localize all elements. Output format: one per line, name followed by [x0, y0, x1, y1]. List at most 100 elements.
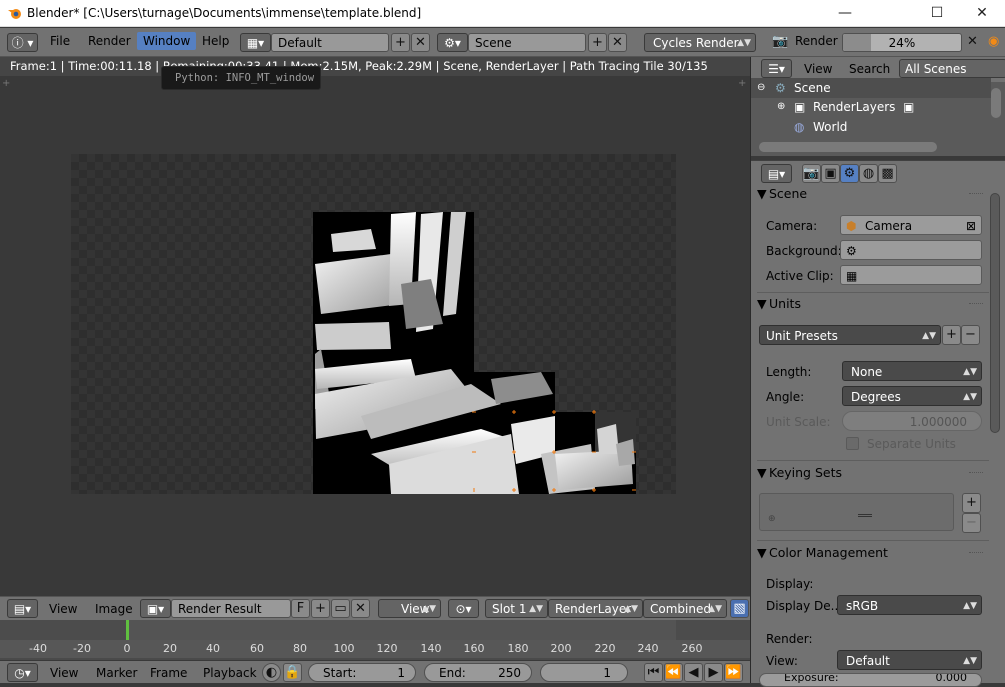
panel-header-units[interactable]: ▼ Units [757, 293, 989, 315]
menu-window[interactable]: Window [137, 32, 197, 50]
end-frame-field[interactable]: End: 250 [424, 663, 532, 682]
length-select[interactable]: None ▲▼ [842, 361, 982, 381]
menu-playback[interactable]: Playback [203, 666, 257, 680]
view-mode-select[interactable]: View ▲▼ [378, 599, 441, 618]
camera-field[interactable]: ⬢ Camera ⊠ [840, 215, 982, 235]
add-scene-button[interactable]: + [588, 33, 607, 52]
add-layout-button[interactable]: + [391, 33, 410, 52]
outliner-hscrollbar[interactable] [759, 142, 937, 152]
remove-scene-button[interactable]: ✕ [608, 33, 627, 52]
jump-keyframe-back-button[interactable]: ⏪ [664, 663, 683, 682]
outliner-tree[interactable]: ⊖ ⚙ Scene ⊕ ▣ RenderLayers ▣ ◍ World [751, 78, 1005, 156]
scene-browse[interactable]: ⚙▾ [437, 33, 468, 52]
active-clip-field[interactable]: ▦ [840, 265, 982, 285]
separate-units-checkbox[interactable] [846, 437, 859, 450]
outliner-row-scene[interactable]: ⊖ ⚙ Scene [751, 78, 991, 98]
render-engine-select[interactable]: Cycles Render ▲▼ [644, 33, 756, 52]
editor-type-selector[interactable]: ☰▾ [761, 59, 792, 78]
editor-type-selector[interactable]: ◷▾ [7, 663, 38, 682]
play-button[interactable]: ▶ [704, 663, 723, 682]
drag-grip-icon[interactable] [969, 193, 983, 194]
view-transform-select[interactable]: Default ▲▼ [837, 650, 982, 670]
menu-view[interactable]: View [49, 602, 77, 616]
area-corner-icon[interactable]: + [738, 78, 746, 89]
start-frame-field[interactable]: Start: 1 [308, 663, 416, 682]
play-reverse-button[interactable]: ◀ [684, 663, 703, 682]
background-field[interactable]: ⚙ [840, 240, 982, 260]
image-browse[interactable]: ▣▾ [140, 599, 171, 618]
timeline-ruler[interactable]: -40 -20 0 20 40 60 80 100 120 140 160 18… [0, 640, 750, 658]
scene-field[interactable]: Scene [468, 33, 586, 52]
outliner-display-mode[interactable]: All Scenes [899, 59, 1005, 78]
menu-view[interactable]: View [804, 62, 832, 76]
collapse-icon[interactable]: ⊖ [757, 78, 765, 98]
menu-marker[interactable]: Marker [96, 666, 137, 680]
resize-grip-icon[interactable] [858, 514, 872, 517]
add-keying-set-button[interactable]: + [962, 493, 981, 513]
render-slot-toggle[interactable]: ▧ [730, 599, 749, 618]
editor-type-selector[interactable]: ▤▾ [761, 164, 792, 183]
panel-header-color-management[interactable]: ▼ Color Management [757, 542, 989, 564]
panel-header-keying-sets[interactable]: ▼ Keying Sets [757, 462, 989, 484]
minimize-button[interactable]: — [822, 0, 868, 27]
slot-select[interactable]: Slot 1 ▲▼ [485, 599, 548, 618]
menu-file[interactable]: File [50, 34, 70, 48]
panel-header-scene[interactable]: ▼ Scene [757, 183, 989, 205]
keying-sets-list[interactable]: ⊕ [759, 493, 954, 531]
current-frame-marker[interactable] [126, 620, 129, 640]
render-layer-select[interactable]: RenderLayer ▲▼ [548, 599, 643, 618]
tab-renderlayers[interactable]: ▣ [821, 164, 840, 183]
screen-layout-browse[interactable]: ▦▾ [240, 33, 271, 52]
unit-presets-menu[interactable]: Unit Presets ▲▼ [759, 325, 941, 345]
x-icon[interactable]: ⊠ [966, 216, 976, 236]
outliner-row-world[interactable]: ◍ World [751, 117, 991, 137]
area-corner-icon[interactable]: + [2, 78, 10, 89]
jump-keyframe-forward-button[interactable]: ⏩ [724, 663, 743, 682]
open-image-button[interactable]: ▭ [331, 599, 350, 618]
lock-range-toggle[interactable]: 🔒 [283, 663, 302, 682]
outliner-vscrollbar[interactable] [991, 88, 1001, 118]
menu-view[interactable]: View [50, 666, 78, 680]
pivot-select[interactable]: ⊙▾ [448, 599, 479, 618]
menu-search[interactable]: Search [849, 62, 890, 76]
remove-keying-set-button[interactable]: − [962, 513, 981, 533]
outliner-row-renderlayers[interactable]: ⊕ ▣ RenderLayers ▣ [751, 97, 991, 117]
add-preset-button[interactable]: + [942, 325, 961, 345]
current-frame-field[interactable]: 1 [540, 663, 628, 682]
tab-scene[interactable]: ⚙ [840, 164, 859, 183]
tab-texture[interactable]: ▩ [878, 164, 897, 183]
list-filter-icon[interactable]: ⊕ [768, 514, 776, 524]
timeline-track[interactable] [0, 620, 750, 640]
record-toggle[interactable]: ◐ [262, 663, 281, 682]
cancel-render-button[interactable]: ✕ [963, 33, 982, 52]
jump-start-button[interactable]: ⏮ [644, 663, 663, 682]
maximize-button[interactable]: ☐ [914, 0, 960, 27]
drag-grip-icon[interactable] [969, 303, 983, 304]
display-device-select[interactable]: sRGB ▲▼ [837, 595, 982, 615]
editor-type-selector[interactable]: ⓘ ▾ [7, 33, 38, 52]
unlink-image-button[interactable]: ✕ [351, 599, 370, 618]
pass-select[interactable]: Combined ▲▼ [643, 599, 727, 618]
tab-world[interactable]: ◍ [859, 164, 878, 183]
exposure-field[interactable]: Exposure: 0.000 [759, 673, 982, 687]
expand-icon[interactable]: ⊕ [777, 97, 785, 117]
menu-help[interactable]: Help [202, 34, 229, 48]
remove-layout-button[interactable]: ✕ [411, 33, 430, 52]
tab-render[interactable]: 📷 [802, 164, 821, 183]
timeline-area[interactable]: -40 -20 0 20 40 60 80 100 120 140 160 18… [0, 620, 750, 660]
menu-image[interactable]: Image [95, 602, 133, 616]
drag-grip-icon[interactable] [969, 552, 983, 553]
remove-preset-button[interactable]: − [961, 325, 980, 345]
image-name-field[interactable]: Render Result [171, 599, 291, 618]
angle-select[interactable]: Degrees ▲▼ [842, 386, 982, 406]
close-button[interactable]: ✕ [959, 0, 1005, 27]
image-viewer[interactable]: + + [0, 76, 750, 595]
unit-scale-field[interactable]: 1.000000 [842, 411, 982, 431]
menu-frame[interactable]: Frame [150, 666, 187, 680]
fake-user-button[interactable]: F [291, 599, 310, 618]
screen-layout-field[interactable]: Default [271, 33, 389, 52]
properties-vscrollbar[interactable] [990, 193, 1000, 433]
editor-type-selector[interactable]: ▤▾ [7, 599, 38, 618]
new-image-button[interactable]: + [311, 599, 330, 618]
drag-grip-icon[interactable] [969, 472, 983, 473]
